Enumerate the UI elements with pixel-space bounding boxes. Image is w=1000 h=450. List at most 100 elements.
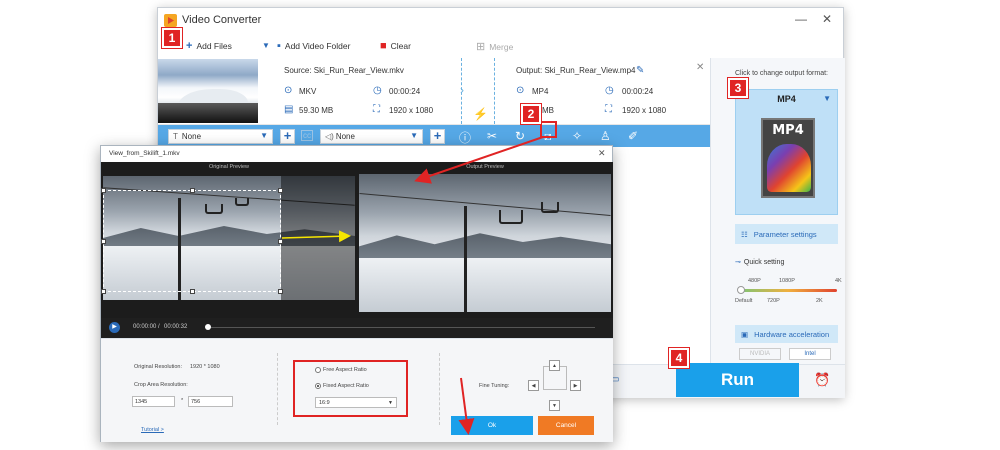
chairlift-seat (499, 210, 523, 224)
quick-setting-text: Quick setting (743, 259, 785, 266)
quality-slider[interactable] (739, 289, 837, 292)
add-files-dropdown-icon[interactable]: ▼ (262, 41, 270, 50)
aspect-ratio-select[interactable]: 16:9 ▼ (315, 397, 397, 408)
times-sign: * (181, 398, 184, 404)
crop-handle[interactable] (190, 289, 195, 294)
crop-rectangle[interactable] (101, 188, 283, 294)
output-preview-label: Output Preview (466, 164, 504, 170)
merge-button[interactable]: ⊞ Merge (476, 40, 513, 53)
output-size: MB (542, 106, 554, 115)
quality-tick: 2K (816, 298, 823, 304)
original-resolution-label: Original Resolution: (134, 364, 182, 370)
lift-cable (359, 193, 611, 216)
play-icon[interactable]: ▶ (109, 322, 120, 333)
clock-icon: ◷ (605, 85, 614, 96)
seek-handle[interactable] (205, 324, 211, 330)
source-format: MKV (299, 87, 317, 96)
crop-handle[interactable] (101, 188, 106, 193)
output-filename: Output: Ski_Run_Rear_View.mp4 (516, 66, 636, 75)
crop-handle[interactable] (101, 289, 106, 294)
minimize-button[interactable]: — (795, 12, 807, 26)
merge-label: Merge (489, 41, 514, 52)
chevron-down-icon: ▼ (410, 131, 418, 140)
cancel-button[interactable]: Cancel (538, 416, 594, 435)
quality-tick: 4K (835, 278, 842, 284)
quality-tick: 480P (748, 278, 761, 284)
free-aspect-radio[interactable] (315, 367, 321, 373)
divider (439, 353, 440, 425)
ok-button[interactable]: Ok (451, 416, 533, 435)
add-files-button[interactable]: + Add Files (186, 40, 232, 52)
format-hint: Click to change output format: (735, 70, 828, 77)
file-size-icon: ▤ (284, 104, 294, 115)
nudge-down-button[interactable]: ▼ (549, 400, 560, 411)
run-button[interactable]: Run (676, 363, 799, 397)
cc-icon: cc (301, 130, 313, 141)
quality-tick: 1080P (779, 278, 795, 284)
clock-icon: ◷ (373, 85, 382, 96)
parameter-settings-button[interactable]: ☷ Parameter settings (735, 224, 838, 244)
trim-scissors-icon[interactable]: ✂ (487, 129, 497, 143)
edit-metadata-icon[interactable]: ✐ (628, 129, 638, 143)
nudge-up-button[interactable]: ▲ (549, 360, 560, 371)
playback-bar: ▶ 00:00:00 / 00:00:32 (101, 318, 613, 338)
chevron-down-icon: ▼ (388, 400, 393, 406)
step-badge-2: 2 (520, 103, 542, 125)
step-badge-3: 3 (727, 77, 749, 99)
subtitle-value: None (181, 132, 202, 141)
divider (277, 353, 278, 425)
clear-button[interactable]: ■ Clear (380, 40, 411, 52)
format-value: MP4 (777, 94, 796, 104)
close-window-button[interactable]: ✕ (822, 12, 832, 26)
seek-bar[interactable] (207, 327, 595, 328)
quality-tick: Default (735, 298, 753, 304)
crop-handle[interactable] (278, 289, 283, 294)
original-resolution-value: 1920 * 1080 (190, 364, 220, 370)
total-time: 00:00:32 (164, 324, 188, 330)
info-icon[interactable]: ⓘ (459, 129, 471, 146)
subtitle-select[interactable]: T None ▼ (168, 129, 273, 144)
add-audio-button[interactable]: + (430, 129, 445, 144)
dialog-title: View_from_Skilift_1.mkv (109, 150, 180, 157)
slider-icon: ⊸ (735, 259, 741, 266)
quality-slider-handle[interactable] (737, 286, 745, 294)
tutorial-link[interactable]: Tutorial > (141, 427, 164, 433)
toolbar: + Add Files ▼ ▪ Add Video Folder ■ Clear… (158, 36, 710, 58)
crop-handle[interactable] (190, 188, 195, 193)
crop-outside-shade (281, 176, 355, 300)
alarm-clock-icon[interactable]: ⏰ (814, 372, 830, 388)
crop-width-input[interactable]: 1345 (132, 396, 175, 407)
hw-accel-label: Hardware acceleration (754, 329, 830, 339)
output-format: MP4 (532, 87, 549, 96)
rotate-icon[interactable]: ↻ (515, 129, 525, 143)
output-resolution: 1920 x 1080 (622, 106, 667, 115)
remove-file-icon[interactable]: ✕ (696, 62, 704, 73)
crop-handle[interactable] (278, 239, 283, 244)
audio-track-select[interactable]: ◁) None ▼ (320, 129, 423, 144)
file-row[interactable]: Source: Ski_Run_Rear_View.mkv ⊙ MKV ◷ 00… (158, 58, 710, 125)
crop-height-input[interactable]: 756 (188, 396, 233, 407)
edit-bar: T None ▼ + cc ◁) None ▼ + ⓘ ✂ ↻ ⧄ ✧ ♙ ✐ (158, 125, 710, 147)
add-folder-label: Add Video Folder (284, 41, 351, 51)
folder-plus-icon: ▪ (277, 40, 281, 52)
edit-pencil-icon[interactable]: ✎ (636, 65, 644, 76)
add-video-folder-button[interactable]: ▪ Add Video Folder (277, 40, 350, 52)
nudge-right-button[interactable]: ▶ (570, 380, 581, 391)
video-thumbnail (158, 59, 258, 123)
text-icon: T (173, 132, 178, 141)
nudge-left-button[interactable]: ◀ (528, 380, 539, 391)
fixed-aspect-radio[interactable] (315, 383, 321, 389)
output-format-selector[interactable]: MP4 ▼ MP4 (735, 89, 838, 215)
app-title: Video Converter (182, 14, 262, 26)
close-dialog-icon[interactable]: ✕ (598, 148, 606, 159)
add-subtitle-button[interactable]: + (280, 129, 295, 144)
output-duration: 00:00:24 (622, 87, 654, 96)
intel-badge: Intel (789, 348, 831, 360)
app-logo-icon (164, 13, 177, 27)
hardware-acceleration-button[interactable]: ▣ Hardware acceleration (735, 325, 838, 343)
watermark-icon[interactable]: ♙ (600, 129, 611, 143)
crop-handle[interactable] (278, 188, 283, 193)
format-icon: ⊙ (284, 85, 293, 96)
crop-handle[interactable] (101, 239, 106, 244)
effects-wand-icon[interactable]: ✧ (572, 129, 582, 143)
